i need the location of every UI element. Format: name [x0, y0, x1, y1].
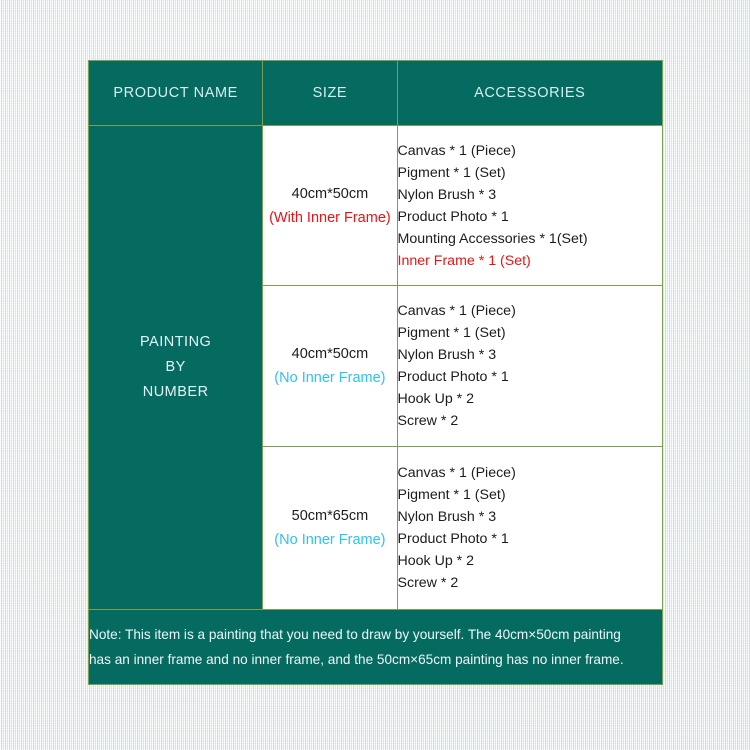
size-value-row-3: 50cm*65cm	[291, 508, 369, 524]
accessories-list-row-1: Canvas * 1 (Piece) Pigment * 1 (Set) Nyl…	[398, 140, 662, 272]
list-item: Mounting Accessories * 1(Set)	[397, 230, 588, 247]
note-cell: Note: This item is a painting that you n…	[88, 609, 663, 685]
list-item: Product Photo * 1	[397, 369, 509, 385]
note-line-1: Note: This item is a painting that you n…	[89, 627, 621, 642]
list-item: Product Photo * 1	[397, 208, 509, 225]
accessories-cell-row-3: Canvas * 1 (Piece) Pigment * 1 (Set) Nyl…	[396, 446, 664, 610]
accessories-list-row-2: Canvas * 1 (Piece) Pigment * 1 (Set) Nyl…	[398, 300, 662, 432]
list-item: Inner Frame * 1 (Set)	[397, 252, 531, 269]
list-item: Nylon Brush * 3	[397, 509, 497, 525]
list-item: Product Photo * 1	[397, 531, 509, 547]
list-item: Canvas * 1 (Piece)	[397, 465, 516, 481]
product-name-line-2: BY	[165, 359, 186, 375]
size-value-row-2: 40cm*50cm	[291, 346, 369, 362]
header-product-name: PRODUCT NAME	[87, 60, 264, 126]
list-item: Canvas * 1 (Piece)	[397, 142, 516, 159]
accessories-list-row-3: Canvas * 1 (Piece) Pigment * 1 (Set) Nyl…	[398, 462, 662, 594]
list-item: Screw * 2	[397, 575, 459, 591]
table-row: PAINTING BY NUMBER 40cm*50cm (With Inner…	[87, 125, 664, 610]
note-line-2: has an inner frame and no inner frame, a…	[89, 652, 624, 667]
product-spec-table: PRODUCT NAME SIZE ACCESSORIES PAINTING B…	[87, 60, 664, 685]
list-item: Hook Up * 2	[397, 391, 475, 407]
list-item: Nylon Brush * 3	[397, 186, 497, 203]
list-item: Pigment * 1 (Set)	[397, 487, 506, 503]
list-item: Pigment * 1 (Set)	[397, 164, 506, 181]
accessories-cell-row-1: Canvas * 1 (Piece) Pigment * 1 (Set) Nyl…	[396, 125, 664, 286]
header-size: SIZE	[262, 60, 398, 126]
list-item: Canvas * 1 (Piece)	[397, 303, 516, 319]
product-name-line-1: PAINTING	[139, 334, 212, 350]
table-note-row: Note: This item is a painting that you n…	[88, 609, 663, 685]
table-header-row: PRODUCT NAME SIZE ACCESSORIES	[87, 60, 664, 126]
list-item: Hook Up * 2	[397, 553, 475, 569]
list-item: Nylon Brush * 3	[397, 347, 497, 363]
size-cell-row-2: 40cm*50cm (No Inner Frame)	[262, 285, 398, 447]
list-item: Screw * 2	[397, 413, 459, 429]
size-value-row-1: 40cm*50cm	[291, 185, 369, 202]
frame-note-row-2: (No Inner Frame)	[274, 370, 386, 386]
frame-note-row-3: (No Inner Frame)	[274, 532, 386, 548]
size-cell-row-3: 50cm*65cm (No Inner Frame)	[262, 446, 398, 610]
frame-note-row-1: (With Inner Frame)	[269, 209, 391, 226]
product-spec-table-container: PRODUCT NAME SIZE ACCESSORIES PAINTING B…	[87, 60, 664, 685]
size-cell-row-1: 40cm*50cm (With Inner Frame)	[262, 125, 398, 286]
product-name-line-3: NUMBER	[142, 384, 209, 400]
product-name-cell: PAINTING BY NUMBER	[87, 125, 264, 610]
list-item: Pigment * 1 (Set)	[397, 325, 506, 341]
header-accessories: ACCESSORIES	[396, 60, 664, 126]
accessories-cell-row-2: Canvas * 1 (Piece) Pigment * 1 (Set) Nyl…	[396, 285, 664, 447]
